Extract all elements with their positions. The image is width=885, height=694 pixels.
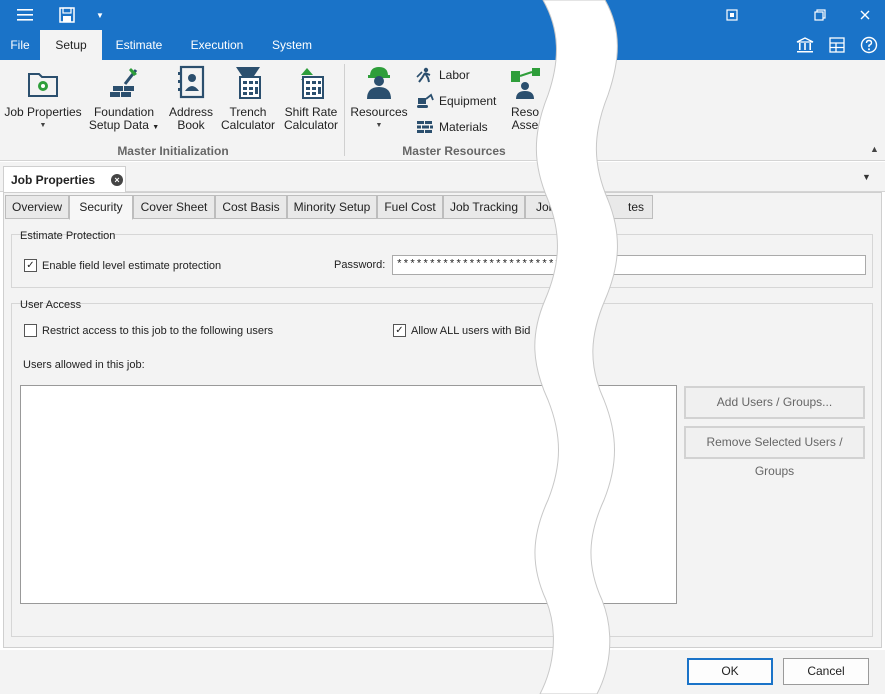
dropdown-caret-icon: ▼	[375, 122, 383, 129]
layout-grid-icon[interactable]	[826, 35, 848, 55]
group-separator	[344, 64, 345, 156]
menu-tab-execution[interactable]: Execution	[182, 30, 252, 60]
resources-button[interactable]: Resources ▼	[350, 64, 408, 132]
checkbox-checked-icon: ✓	[393, 324, 406, 337]
restrict-access-label: Restrict access to this job to the follo…	[42, 324, 274, 337]
allow-all-users-label: Allow ALL users with Bid	[411, 324, 531, 337]
calculator-label: Calculator	[220, 118, 276, 132]
dropdown-caret-icon: ▼	[39, 122, 47, 129]
hamburger-menu-icon[interactable]	[13, 4, 37, 26]
equipment-button[interactable]: Equipment	[416, 90, 496, 112]
document-tab-strip: Job Properties × ▼	[0, 162, 885, 192]
materials-label: Materials	[439, 120, 488, 134]
title-bar: ▼	[0, 0, 885, 30]
close-window-icon[interactable]	[851, 4, 879, 26]
address-book-button[interactable]: Address Book	[166, 64, 216, 132]
document-tab-job-properties[interactable]: Job Properties ×	[3, 166, 126, 192]
trench-calculator-button[interactable]: Trench Calculator	[220, 64, 276, 132]
user-access-title: User Access	[20, 299, 82, 311]
job-properties-button[interactable]: Job Properties ▼	[4, 64, 82, 132]
foundation-setup-data-button[interactable]: Foundation Setup Data ▼	[86, 64, 162, 134]
restore-window-icon[interactable]	[718, 4, 746, 26]
document-tab-title: Job Properties	[11, 172, 96, 187]
address-book-icon	[178, 65, 205, 99]
help-icon[interactable]	[858, 35, 880, 55]
menu-tab-system[interactable]: System	[263, 30, 321, 60]
group-label-master-initialization: Master Initialization	[117, 144, 229, 158]
ok-button[interactable]: OK	[687, 658, 773, 685]
labor-worker-icon	[416, 67, 431, 83]
quick-access-dropdown-icon[interactable]: ▼	[88, 4, 112, 26]
resources-label: Resources	[350, 105, 408, 119]
trowel-bricks-icon	[110, 68, 138, 97]
tab-minority-setup[interactable]: Minority Setup	[287, 195, 377, 219]
materials-bricks-icon	[417, 121, 433, 133]
tab-job-tracking[interactable]: Job Tracking	[443, 195, 525, 219]
collapse-ribbon-icon[interactable]: ▲	[870, 144, 879, 154]
dropdown-caret-icon: ▼	[152, 124, 160, 131]
trench-calculator-icon	[236, 67, 261, 99]
shift-rate-calculator-icon	[301, 68, 324, 99]
close-tab-icon[interactable]: ×	[111, 173, 124, 186]
labor-button[interactable]: Labor	[416, 64, 470, 86]
tab-job[interactable]: Job	[525, 195, 561, 219]
shift-rate-calculator-button[interactable]: Shift Rate Calculator	[280, 64, 342, 132]
maximize-icon[interactable]	[806, 4, 834, 26]
cancel-button[interactable]: Cancel	[783, 658, 869, 685]
password-label: Password:	[334, 259, 386, 271]
tab-cover-sheet[interactable]: Cover Sheet	[133, 195, 215, 219]
enable-protection-label: Enable field level estimate protection	[42, 259, 222, 272]
checkbox-checked-icon: ✓	[24, 259, 37, 272]
calculator-label: Calculator	[283, 118, 339, 132]
tab-security[interactable]: Security	[69, 195, 133, 220]
save-icon[interactable]	[55, 4, 79, 26]
resource-assemblies-button[interactable]: Reso Asse	[500, 64, 550, 132]
menu-tab-estimate[interactable]: Estimate	[107, 30, 171, 60]
setup-data-label: Setup Data	[88, 118, 149, 132]
menu-bar: File Setup Estimate Execution System	[0, 30, 885, 60]
bank-icon[interactable]	[794, 35, 816, 55]
tab-cost-basis[interactable]: Cost Basis	[215, 195, 287, 219]
remove-selected-users-button[interactable]: Remove Selected Users / Groups	[684, 426, 865, 478]
tab-notes[interactable]: tes	[561, 195, 653, 219]
enable-field-level-protection-checkbox[interactable]: ✓ Enable field level estimate protection	[24, 259, 221, 272]
resource-assemblies-label-2: Asse	[511, 118, 539, 132]
group-label-master-resources: Master Resources	[402, 144, 506, 158]
restrict-access-checkbox[interactable]: Restrict access to this job to the follo…	[24, 324, 273, 337]
tab-list-dropdown-icon[interactable]: ▼	[862, 172, 871, 182]
worker-hardhat-icon	[367, 67, 391, 99]
menu-tab-setup[interactable]: Setup	[40, 30, 102, 60]
materials-button[interactable]: Materials	[416, 116, 488, 138]
labor-label: Labor	[439, 68, 470, 82]
equipment-label: Equipment	[439, 94, 497, 108]
ribbon: Job Properties ▼ Foundation Setup Data ▼…	[0, 60, 885, 161]
equipment-excavator-icon	[417, 93, 434, 108]
tab-fuel-cost[interactable]: Fuel Cost	[377, 195, 443, 219]
job-properties-icon	[28, 73, 58, 97]
allow-all-users-checkbox[interactable]: ✓ Allow ALL users with Bid	[393, 324, 530, 337]
job-properties-label: Job Properties	[4, 105, 82, 119]
users-allowed-list[interactable]	[20, 385, 677, 604]
checkbox-unchecked-icon	[24, 324, 37, 337]
add-users-groups-button[interactable]: Add Users / Groups...	[684, 386, 865, 419]
resource-assemblies-icon	[511, 68, 540, 99]
password-field[interactable]: ********************************	[392, 255, 866, 275]
book-label: Book	[177, 118, 205, 132]
users-allowed-label: Users allowed in this job:	[23, 359, 145, 371]
tab-overview[interactable]: Overview	[5, 195, 69, 219]
estimate-protection-title: Estimate Protection	[20, 230, 116, 242]
menu-tab-file[interactable]: File	[0, 30, 40, 60]
